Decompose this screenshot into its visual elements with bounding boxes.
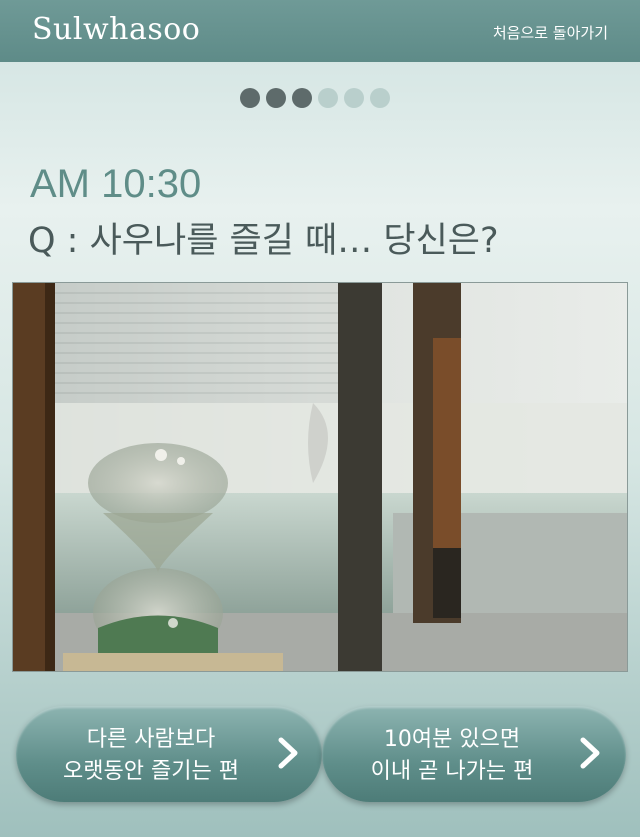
progress-dot (318, 88, 338, 108)
brand-logo[interactable]: Sulwhasoo (32, 12, 200, 47)
answer-option-1-label: 다른 사람보다 오랫동안 즐기는 편 (16, 724, 286, 788)
question-time: AM 10:30 (30, 162, 202, 206)
answer-option-2-line1: 10여분 있으면 (383, 727, 521, 752)
answer-option-1[interactable]: 다른 사람보다 오랫동안 즐기는 편 (16, 706, 322, 802)
chevron-right-icon (580, 737, 600, 769)
header-bar: Sulwhasoo 처음으로 돌아가기 (0, 0, 640, 62)
answer-option-2-label: 10여분 있으면 이내 곧 나가는 편 (322, 724, 582, 788)
progress-dot (344, 88, 364, 108)
answer-option-1-line1: 다른 사람보다 (86, 727, 216, 752)
sauna-hourglass-illustration (13, 283, 627, 671)
progress-dot (266, 88, 286, 108)
progress-dot (370, 88, 390, 108)
back-to-start-link[interactable]: 처음으로 돌아가기 (493, 22, 608, 43)
question-text: Q : 사우나를 즐길 때… 당신은? (28, 221, 499, 261)
progress-dots (240, 88, 390, 108)
answer-option-2-line2: 이내 곧 나가는 편 (370, 759, 534, 784)
answer-option-1-line2: 오랫동안 즐기는 편 (63, 759, 239, 784)
progress-dot (292, 88, 312, 108)
sauna-photo (12, 282, 628, 672)
chevron-right-icon (278, 737, 298, 769)
answer-option-2[interactable]: 10여분 있으면 이내 곧 나가는 편 (322, 706, 626, 802)
progress-dot (240, 88, 260, 108)
